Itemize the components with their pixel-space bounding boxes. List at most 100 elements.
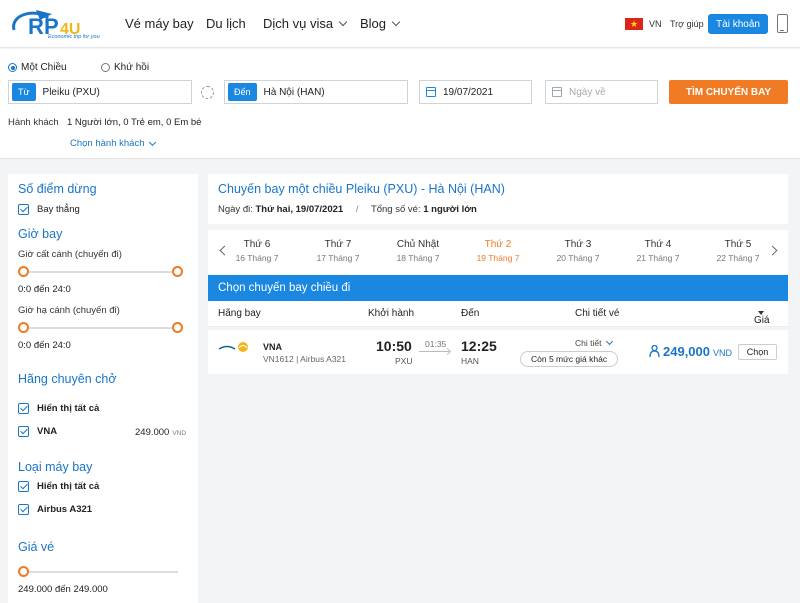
takeoff-range: 0:0 đến 24:0 — [18, 284, 71, 295]
price-title: Giá vé — [18, 540, 55, 554]
depart-date-value: 19/07/2021 — [443, 86, 494, 98]
depart-date-field[interactable]: 19/07/2021 — [419, 80, 532, 104]
search-flights-button[interactable]: TÌM CHUYẾN BAY — [669, 80, 788, 104]
column-price: Giá — [754, 315, 770, 326]
more-fares-button[interactable]: Còn 5 mức giá khác — [520, 351, 619, 367]
price-value: 249,000 — [663, 344, 710, 359]
flight-search-form: Một Chiều Khứ hồi Từ Pleiku (PXU) Đến Hà… — [0, 49, 800, 159]
checkbox-checked-icon — [18, 504, 29, 515]
passenger-select[interactable]: Chọn hành khách — [70, 138, 157, 149]
filter-direct[interactable]: Bay thẳng — [18, 204, 80, 215]
stops-title: Số điểm dừng — [18, 182, 97, 196]
route-title: Chuyến bay một chiều Pleiku (PXU) - Hà N… — [218, 182, 505, 196]
logo-tagline: Economic trip for you — [48, 34, 100, 40]
trip-type-round-trip[interactable]: Khứ hồi — [101, 62, 149, 73]
origin-tag: Từ — [12, 83, 36, 101]
day-tab[interactable]: Chủ Nhật 18 Tháng 7 — [383, 239, 453, 263]
vietnam-flag-icon[interactable]: ★ — [625, 18, 643, 30]
checkbox-checked-icon — [18, 204, 29, 215]
flight-duration: 01:35 — [425, 339, 447, 349]
total-value: 1 người lớn — [423, 204, 477, 215]
help-link[interactable]: Trợ giúp — [670, 19, 704, 29]
slider-handle[interactable] — [18, 566, 29, 577]
depart-airport: PXU — [395, 356, 413, 366]
return-date-field[interactable]: Ngày về — [545, 80, 658, 104]
nav-blog[interactable]: Blog — [360, 16, 401, 31]
slider-handle-min[interactable] — [18, 322, 29, 333]
passenger-select-label: Chọn hành khách — [70, 138, 145, 149]
column-airline: Hãng bay — [218, 308, 261, 319]
slider-handle-min[interactable] — [18, 266, 29, 277]
vietnam-airlines-logo-icon — [218, 342, 248, 352]
price-slider-track[interactable] — [26, 571, 178, 573]
passenger-label: Hành khách — [8, 117, 59, 128]
account-button[interactable]: Tài khoản — [708, 14, 768, 34]
day-name: Thứ 6 — [243, 239, 271, 250]
slider-handle-max[interactable] — [172, 266, 183, 277]
day-tab[interactable]: Thứ 4 21 Tháng 7 — [623, 239, 693, 263]
flight-code-aircraft: VN1612 | Airbus A321 — [263, 354, 347, 364]
day-name: Thứ 3 — [564, 239, 592, 250]
day-tab[interactable]: Thứ 6 16 Tháng 7 — [222, 239, 292, 263]
carrier-price-value: 249.000 — [135, 427, 170, 438]
filter-aircraft-a321[interactable]: Airbus A321 — [18, 504, 92, 515]
day-name: Chủ Nhật — [396, 239, 440, 250]
choose-flight-button[interactable]: Chọn — [738, 344, 777, 360]
price-range: 249.000 đến 249.000 — [18, 584, 108, 595]
language-code[interactable]: VN — [649, 19, 662, 29]
mobile-phone-icon[interactable] — [777, 14, 788, 33]
trip-type-one-way[interactable]: Một Chiều — [8, 62, 67, 73]
route-info-panel: Chuyến bay một chiều Pleiku (PXU) - Hà N… — [208, 174, 788, 224]
site-header: R P 4U Economic trip for you Vé máy bay … — [0, 0, 800, 48]
day-date: 17 Tháng 7 — [316, 253, 360, 263]
nav-visa[interactable]: Dịch vụ visa — [263, 16, 348, 31]
depart-time: 10:50 — [376, 338, 412, 354]
checkbox-checked-icon — [18, 426, 29, 437]
detail-label: Chi tiết — [575, 338, 602, 348]
day-date: 20 Tháng 7 — [556, 253, 600, 263]
filter-carrier-all[interactable]: Hiển thị tất cả — [18, 403, 99, 414]
date-label: Ngày đi: — [218, 204, 253, 215]
divider: / — [355, 204, 359, 215]
filter-carrier-vna[interactable]: VNA — [18, 426, 57, 437]
day-date: 18 Tháng 7 — [396, 253, 440, 263]
column-arrive: Đến — [461, 308, 480, 319]
carrier-price-currency: VND — [172, 430, 187, 437]
day-tab[interactable]: Thứ 3 20 Tháng 7 — [543, 239, 613, 263]
total-label: Tổng số vé: — [370, 204, 421, 215]
origin-value: Pleiku (PXU) — [42, 86, 100, 98]
passenger-summary: 1 Người lớn, 0 Trẻ em, 0 Em bé — [67, 117, 202, 128]
aircraft-title: Loại máy bay — [18, 460, 93, 474]
carrier-title: Hãng chuyên chở — [18, 372, 117, 386]
chevron-down-icon — [391, 17, 401, 27]
flight-row[interactable]: VNA VN1612 | Airbus A321 10:50 PXU 01:35… — [208, 330, 788, 374]
landing-slider-track[interactable] — [26, 327, 178, 329]
day-name: Thứ 7 — [324, 239, 352, 250]
radio-icon — [101, 63, 110, 72]
day-tab[interactable]: Thứ 5 22 Tháng 7 — [703, 239, 773, 263]
destination-value: Hà Nội (HAN) — [263, 86, 325, 98]
swap-icon[interactable] — [201, 86, 214, 99]
ticket-detail-link[interactable]: Chi tiết — [575, 337, 614, 348]
slider-handle-max[interactable] — [172, 322, 183, 333]
day-date: 19 Tháng 7 — [476, 253, 520, 263]
day-tab[interactable]: Thứ 7 17 Tháng 7 — [303, 239, 373, 263]
column-detail: Chi tiết vé — [575, 308, 620, 319]
nav-flights[interactable]: Vé máy bay — [125, 16, 194, 31]
day-date: 16 Tháng 7 — [235, 253, 279, 263]
checkbox-label: VNA — [37, 426, 58, 437]
route-meta: Ngày đi: Thứ hai, 19/07/2021 / Tổng số v… — [218, 204, 477, 215]
carrier-min-price: 249.000 VND — [135, 427, 186, 438]
day-tab-active[interactable]: Thứ 2 19 Tháng 7 — [463, 239, 533, 263]
takeoff-slider-track[interactable] — [26, 271, 178, 273]
price-currency: VND — [713, 348, 733, 358]
day-name: Thứ 5 — [724, 239, 752, 250]
column-price-sort[interactable]: Giá — [754, 308, 770, 326]
filter-aircraft-all[interactable]: Hiển thị tất cả — [18, 481, 99, 492]
chevron-down-icon — [338, 17, 348, 27]
day-date: 21 Tháng 7 — [636, 253, 680, 263]
destination-field[interactable]: Đến Hà Nội (HAN) — [224, 80, 408, 104]
nav-label: Dịch vụ visa — [263, 16, 334, 31]
origin-field[interactable]: Từ Pleiku (PXU) — [8, 80, 192, 104]
nav-travel[interactable]: Du lịch — [206, 16, 246, 31]
